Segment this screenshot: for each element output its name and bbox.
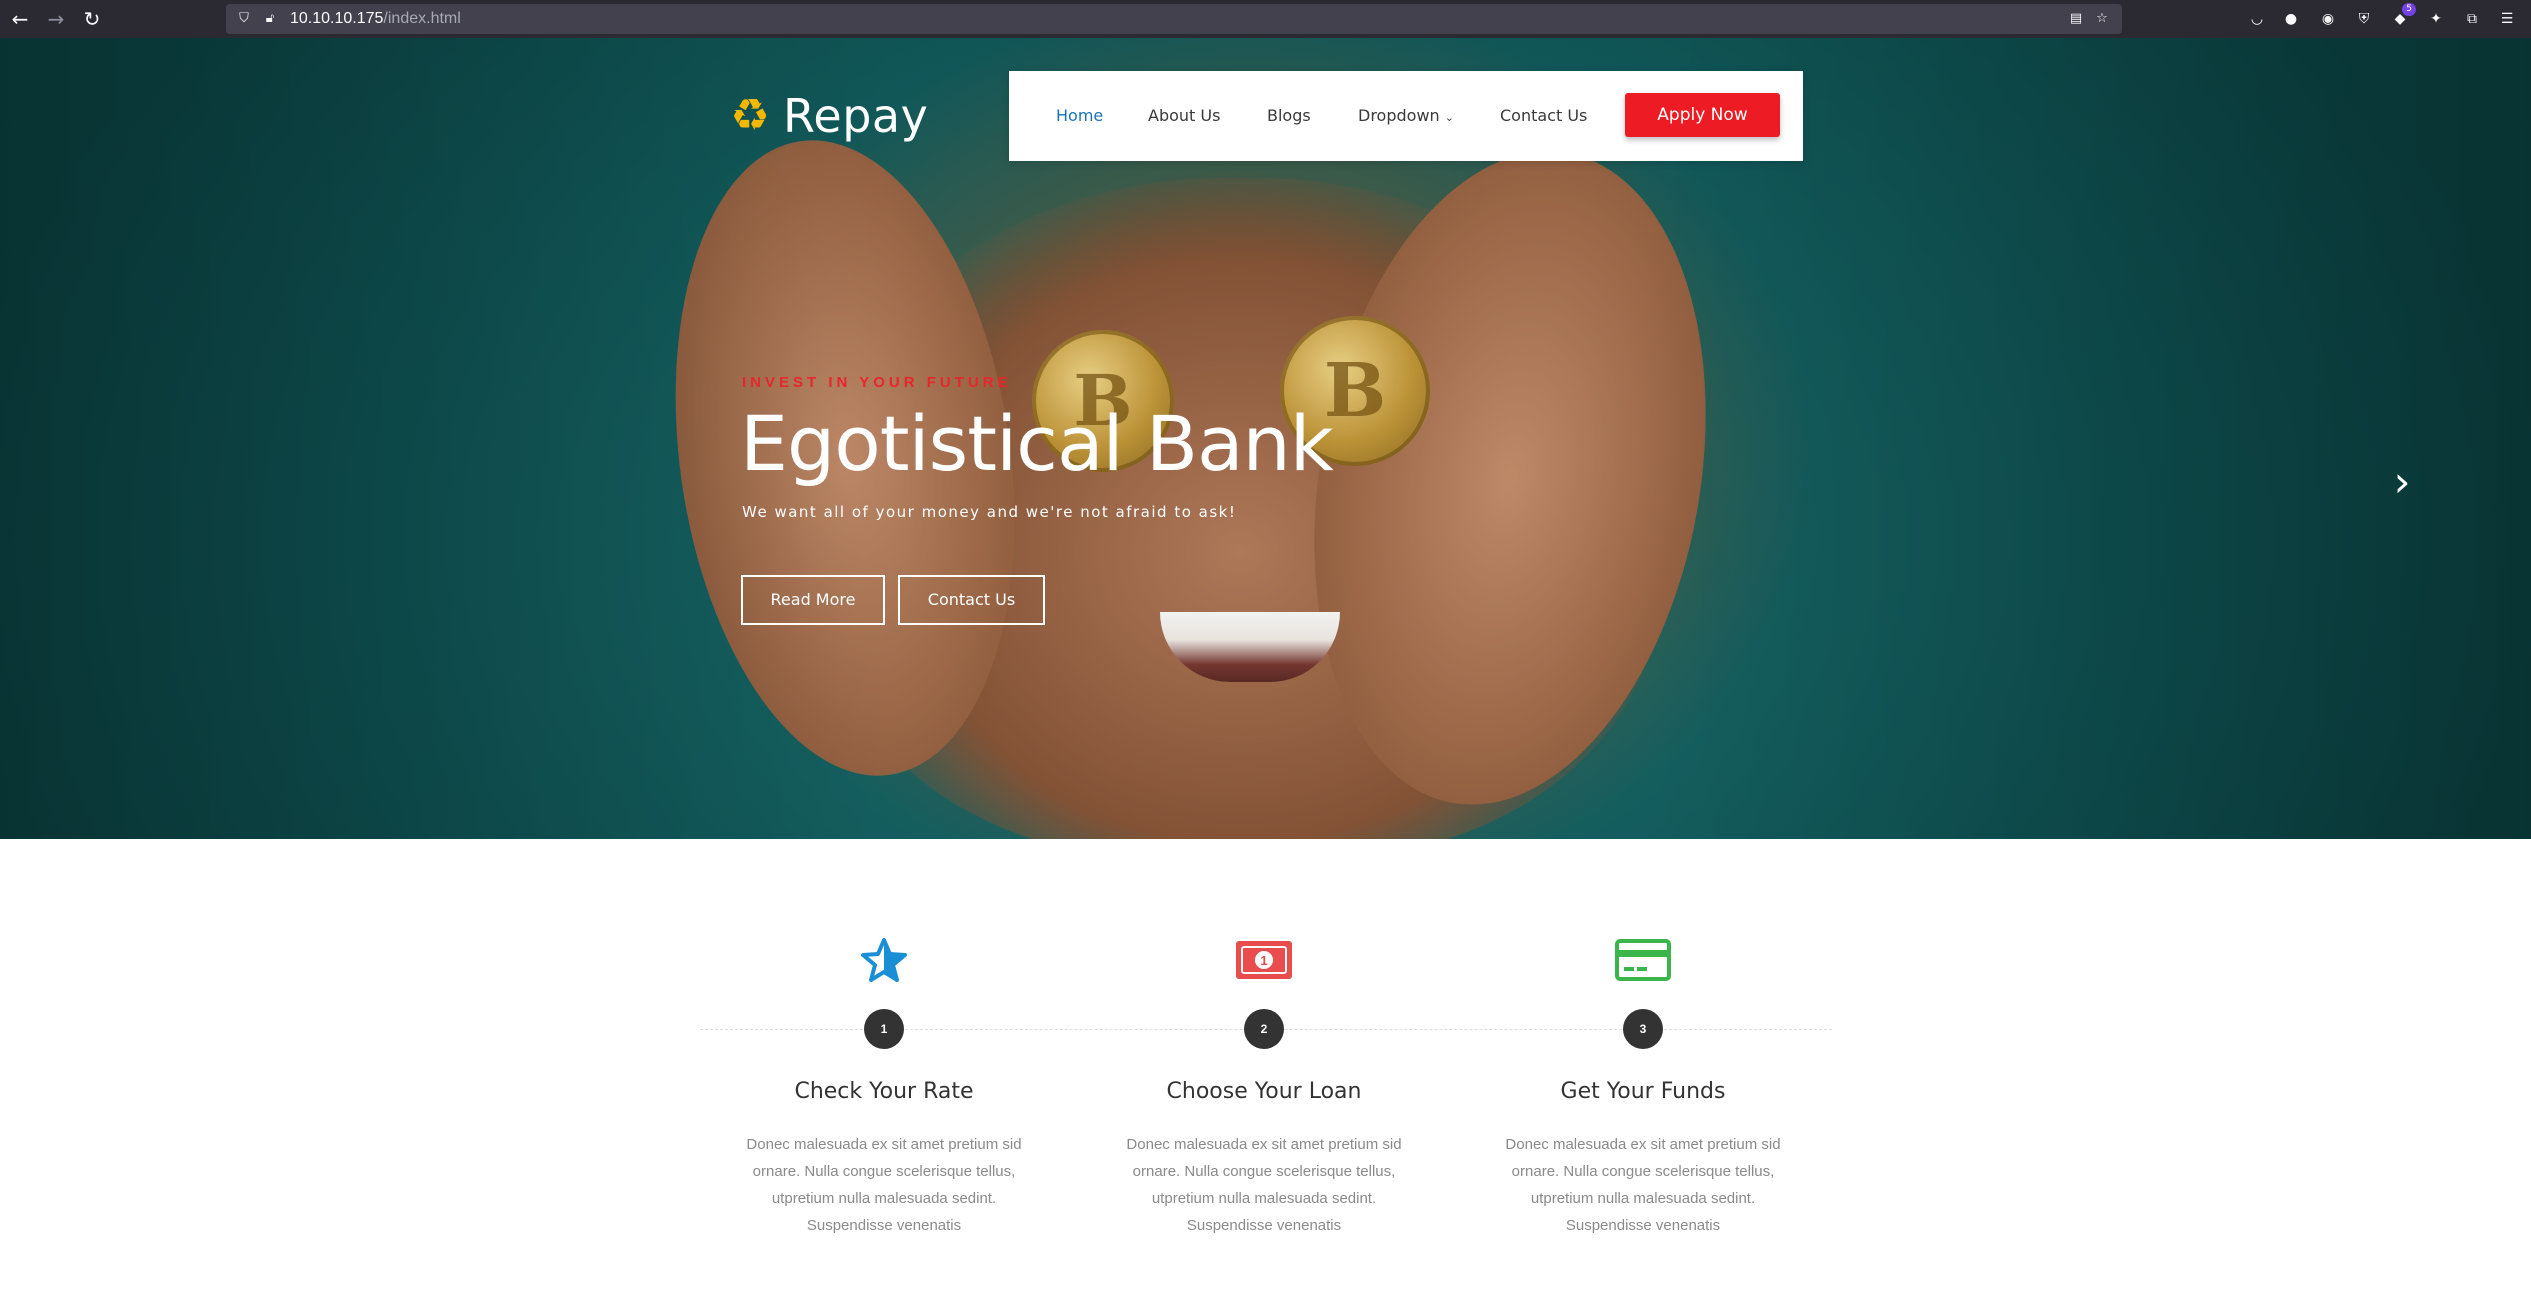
step-number: 3 xyxy=(1623,1009,1663,1049)
forward-icon[interactable]: → xyxy=(44,7,68,31)
browser-toolbar: ← → ↻ ⛉ 🔓︎ 10.10.10.175/index.html ▤ ☆ ◡… xyxy=(0,0,2531,38)
extensions-puzzle-icon[interactable]: ⧉ xyxy=(2462,9,2482,29)
extension-icon[interactable]: ✦ xyxy=(2426,9,2446,29)
shield-icon[interactable]: ⛉ xyxy=(236,11,252,27)
hero-subtitle: We want all of your money and we're not … xyxy=(742,503,1237,521)
nav-blogs[interactable]: Blogs xyxy=(1267,106,1311,126)
read-more-button[interactable]: Read More xyxy=(741,575,885,625)
url-text[interactable]: 10.10.10.175/index.html xyxy=(290,10,461,28)
url-host: 10.10.10.175 xyxy=(290,10,384,27)
svg-text:1: 1 xyxy=(1260,953,1267,968)
url-bar[interactable]: ⛉ 🔓︎ 10.10.10.175/index.html ▤ ☆ xyxy=(226,4,2122,34)
nav-home[interactable]: Home xyxy=(1056,106,1103,126)
feature-card: 3 Get Your Funds Donec malesuada ex sit … xyxy=(1453,930,1833,1239)
url-path: /index.html xyxy=(383,10,461,27)
feature-title: Choose Your Loan xyxy=(1166,1079,1362,1104)
feature-description: Donec malesuada ex sit amet pretium sid … xyxy=(1505,1136,1781,1234)
back-icon[interactable]: ← xyxy=(8,7,32,31)
reader-view-icon[interactable]: ▤ xyxy=(2068,11,2084,27)
nav-contact-us[interactable]: Contact Us xyxy=(1500,106,1587,126)
extension-badge: 5 xyxy=(2402,3,2416,16)
nav-dropdown[interactable]: Dropdown ⌄ xyxy=(1358,106,1454,128)
apply-now-button[interactable]: Apply Now xyxy=(1625,93,1780,137)
pocket-icon[interactable]: ◡ xyxy=(2247,9,2267,29)
feature-card: 1 Check Your Rate Donec malesuada ex sit… xyxy=(694,930,1074,1239)
reload-icon[interactable]: ↻ xyxy=(80,7,104,31)
feature-title: Check Your Rate xyxy=(794,1079,974,1104)
feature-title: Get Your Funds xyxy=(1560,1079,1726,1104)
slider-next-chevron-icon[interactable]: › xyxy=(2388,461,2416,503)
extension-icon[interactable]: ● xyxy=(2281,9,2301,29)
credit-card-icon xyxy=(1453,930,1833,990)
lock-icon[interactable]: 🔓︎ xyxy=(262,11,278,27)
contact-us-button[interactable]: Contact Us xyxy=(898,575,1045,625)
hero-content: ♻ Repay Home About Us Blogs Dropdown ⌄ C… xyxy=(0,38,2531,839)
step-number: 2 xyxy=(1244,1009,1284,1049)
star-icon xyxy=(694,930,1074,990)
extension-icon[interactable]: ◉ xyxy=(2318,9,2338,29)
feature-card: 1 2 Choose Your Loan Donec malesuada ex … xyxy=(1074,930,1454,1239)
logo-text: Repay xyxy=(783,89,929,143)
bookmark-star-icon[interactable]: ☆ xyxy=(2094,11,2110,27)
step-number: 1 xyxy=(864,1009,904,1049)
money-bill-icon: 1 xyxy=(1074,930,1454,990)
recycle-logo-icon: ♻ xyxy=(730,90,770,141)
hero-title: Egotistical Bank xyxy=(740,399,1334,488)
extension-icon[interactable]: ◆ 5 xyxy=(2390,3,2416,29)
feature-description: Donec malesuada ex sit amet pretium sid … xyxy=(1126,1136,1402,1234)
nav-dropdown-label: Dropdown xyxy=(1358,106,1440,125)
feature-description: Donec malesuada ex sit amet pretium sid … xyxy=(746,1136,1022,1234)
main-nav: Home About Us Blogs Dropdown ⌄ Contact U… xyxy=(1009,71,1803,161)
site-logo[interactable]: ♻ Repay xyxy=(725,86,928,146)
hero-eyebrow: INVEST IN YOUR FUTURE xyxy=(742,374,1012,391)
extension-shield-icon[interactable]: ⛨ xyxy=(2354,9,2374,29)
menu-icon[interactable]: ☰ xyxy=(2497,9,2517,29)
hero-slider: B B ♻ Repay Home About Us Blogs Dropdown… xyxy=(0,38,2531,839)
nav-about-us[interactable]: About Us xyxy=(1148,106,1220,126)
chevron-down-icon: ⌄ xyxy=(1444,111,1454,124)
